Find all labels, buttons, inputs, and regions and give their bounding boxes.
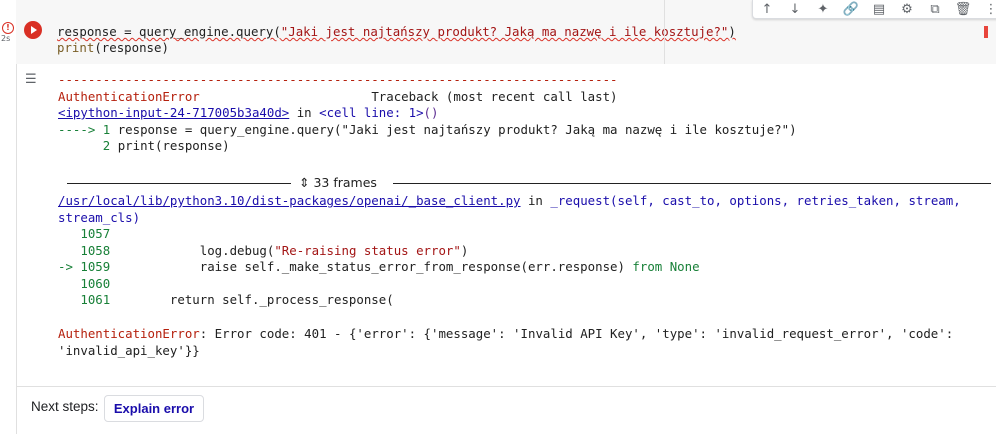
code-line-1: response = query_engine.query("Jaki jest… — [57, 24, 736, 39]
code-line-2: print(response) — [57, 40, 169, 55]
execution-time: 2s — [1, 34, 11, 43]
code-text[interactable]: response = query_engine.query("Jaki jest… — [57, 24, 736, 56]
error-scroll-marker — [984, 26, 988, 38]
gemini-sparkle-icon[interactable]: ✦ — [809, 0, 837, 18]
link-icon[interactable]: 🔗 — [837, 0, 865, 18]
cell-gutter: ! 2s — [0, 0, 16, 433]
more-options-icon[interactable]: ⋮ — [977, 0, 996, 18]
comment-icon[interactable]: ▤ — [865, 0, 893, 18]
code-cell: response = query_engine.query("Jaki jest… — [16, 0, 996, 434]
cell-line-ref: <cell line: 1> — [319, 105, 424, 120]
explain-error-button[interactable]: Explain error — [104, 395, 204, 422]
next-steps-label: Next steps: — [31, 399, 99, 414]
next-steps-bar: Next steps: Explain error — [16, 386, 996, 434]
final-error-message: AuthenticationError: Error code: 401 - {… — [58, 326, 954, 358]
error-type: AuthenticationError — [58, 88, 200, 104]
frames-label[interactable]: ⇕ 33 frames — [299, 174, 377, 192]
output-actions-icon[interactable]: ☰ — [25, 72, 43, 87]
traceback-frame: /usr/local/lib/python3.10/dist-packages/… — [58, 193, 961, 307]
file-path-link[interactable]: /usr/local/lib/python3.10/dist-packages/… — [58, 193, 521, 208]
run-cell-button[interactable] — [24, 21, 42, 39]
ipython-input-link[interactable]: <ipython-input-24-717005b3a40d> — [58, 105, 289, 120]
line-length-ruler — [664, 0, 665, 64]
move-down-icon[interactable]: ↓ — [781, 0, 809, 18]
cell-output: ☰ --------------------------------------… — [16, 64, 996, 386]
trace-line-2: print(response) — [117, 138, 230, 153]
settings-gear-icon[interactable]: ⚙ — [893, 0, 921, 18]
move-up-icon[interactable]: ↑ — [753, 0, 781, 18]
unfold-icon: ⇕ — [299, 175, 310, 190]
delete-icon[interactable]: 🗑 — [949, 0, 977, 18]
traceback-title: Traceback (most recent call last) — [371, 88, 618, 104]
cell-toolbar: ↑ ↓ ✦ 🔗 ▤ ⚙ ⧉ 🗑 ⋮ — [752, 0, 996, 19]
collapsed-frames-toggle[interactable]: ⇕ 33 frames — [67, 174, 991, 192]
error-status-icon: ! — [2, 22, 14, 34]
traceback-header: ----------------------------------------… — [58, 72, 797, 153]
mirror-cell-icon[interactable]: ⧉ — [921, 0, 949, 18]
function-name: _request — [550, 193, 611, 208]
divider-line: ----------------------------------------… — [58, 72, 618, 87]
trace-line-1: response = query_engine.query("Jaki jest… — [117, 121, 797, 137]
